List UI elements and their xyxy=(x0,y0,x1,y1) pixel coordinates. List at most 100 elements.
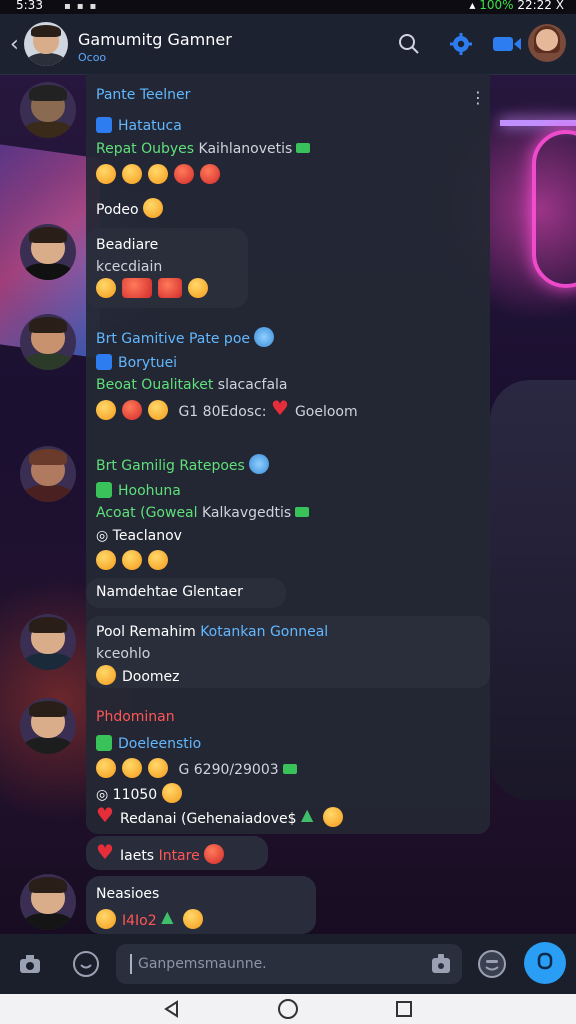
status-bar: 5:33 ▪▪▪ ▴ 100% 22:22 X xyxy=(0,0,576,14)
heart-icon xyxy=(96,803,114,827)
reaction-row[interactable] xyxy=(96,278,214,298)
message-line: Acoat (Goweal Kalkavgedtis xyxy=(96,505,310,521)
reaction-row[interactable]: G1 80Edosc: Goeloom xyxy=(96,396,358,420)
emoji-icon[interactable] xyxy=(122,758,142,778)
emoji-icon[interactable] xyxy=(476,948,508,980)
sender-name[interactable]: Pante Teelner xyxy=(96,87,190,103)
sender-name[interactable]: Phdominan xyxy=(96,709,175,725)
emoji-icon[interactable] xyxy=(96,278,116,298)
message-line: Iaets Intare xyxy=(96,840,230,864)
chat-bubble-icon[interactable] xyxy=(70,948,102,980)
emoji-icon[interactable] xyxy=(174,164,194,184)
emoji-icon[interactable] xyxy=(161,783,182,803)
emoji-icon[interactable] xyxy=(122,278,152,298)
chat-header: ‹ Gamumitg Gamner Ocoo xyxy=(0,14,576,75)
video-camera-icon[interactable] xyxy=(492,29,522,59)
avatar[interactable] xyxy=(20,874,76,930)
avatar[interactable] xyxy=(20,698,76,754)
emoji-icon[interactable] xyxy=(96,909,116,929)
emoji-icon[interactable] xyxy=(148,164,168,184)
message-line: Hatatuca xyxy=(96,117,182,134)
background-neon-strip xyxy=(500,120,576,126)
avatar[interactable] xyxy=(20,224,76,280)
sender-name[interactable]: Brt Gamitive Pate poe xyxy=(96,327,280,347)
message-line: Redanai (Gehenaiadove$ xyxy=(96,803,349,827)
signal-icon: ▴ xyxy=(469,0,476,12)
home-circle-icon[interactable] xyxy=(276,997,300,1021)
avatar[interactable] xyxy=(20,614,76,670)
tag-icon xyxy=(295,507,310,517)
emoji-icon[interactable] xyxy=(158,278,182,298)
profile-avatar[interactable] xyxy=(528,24,566,62)
emoji-icon xyxy=(249,454,270,474)
send-icon xyxy=(536,951,554,975)
green-check-icon xyxy=(96,735,112,751)
recents-square-icon[interactable] xyxy=(392,997,416,1021)
camera-icon[interactable] xyxy=(14,948,46,980)
clock-icon: ◎ xyxy=(96,528,109,544)
green-check-icon xyxy=(96,482,112,498)
chat-avatar[interactable] xyxy=(24,22,68,66)
text-caret xyxy=(130,954,132,974)
message-line: Repat Oubyes Kaihlanovetis xyxy=(96,141,311,157)
message-line: ◎ Teaclanov xyxy=(96,528,182,544)
tree-icon xyxy=(301,805,317,827)
chat-subtitle: Ocoo xyxy=(78,51,107,64)
message-line: kceohlo xyxy=(96,646,151,662)
emoji-icon[interactable] xyxy=(143,198,164,218)
emoji-icon[interactable] xyxy=(148,758,168,778)
avatar[interactable] xyxy=(20,82,76,138)
reaction-row[interactable] xyxy=(96,550,174,570)
emoji-icon[interactable] xyxy=(96,665,116,685)
emoji-icon[interactable] xyxy=(200,164,220,184)
emoji-icon[interactable] xyxy=(148,550,168,570)
message-composer: Ganpemsmaunne. xyxy=(0,934,576,994)
message-line: Namdehtae Glentaer xyxy=(96,584,243,600)
background-gaming-chair xyxy=(490,380,576,800)
blue-square-icon xyxy=(96,354,112,370)
gear-icon[interactable] xyxy=(446,29,476,59)
tag-icon xyxy=(282,764,297,774)
emoji-icon[interactable] xyxy=(96,164,116,184)
emoji-icon[interactable] xyxy=(148,400,168,420)
search-icon[interactable] xyxy=(394,29,424,59)
status-time: 5:33 xyxy=(16,0,43,12)
sender-name[interactable]: Brt Gamilig Ratepoes xyxy=(96,454,275,474)
chat-title[interactable]: Gamumitg Gamner xyxy=(78,30,232,49)
message-input-placeholder: Ganpemsmaunne. xyxy=(138,956,267,972)
back-arrow-icon[interactable]: ‹ xyxy=(10,32,19,57)
emoji-icon[interactable] xyxy=(188,278,208,298)
message-line: Doomez xyxy=(96,665,180,685)
emoji-icon[interactable] xyxy=(96,758,116,778)
emoji-icon[interactable] xyxy=(323,807,344,827)
back-triangle-icon[interactable] xyxy=(160,997,184,1021)
system-navigation-bar xyxy=(0,994,576,1024)
emoji-icon[interactable] xyxy=(122,550,142,570)
message-line: ◎ 11050 xyxy=(96,783,188,803)
message-line: Doeleenstio xyxy=(96,735,201,752)
attachment-icon[interactable] xyxy=(430,953,452,979)
emoji-icon[interactable] xyxy=(96,550,116,570)
sender-name[interactable]: Pool Remahim Kotankan Gonneal xyxy=(96,624,328,640)
emoji-icon[interactable] xyxy=(96,400,116,420)
blue-square-icon xyxy=(96,117,112,133)
status-icons: ▪▪▪ xyxy=(64,1,103,12)
heart-icon[interactable] xyxy=(271,396,289,420)
sender-name[interactable]: Beadiare xyxy=(96,237,158,253)
message-line: Podeo xyxy=(96,198,169,218)
emoji-icon[interactable] xyxy=(122,400,142,420)
send-button[interactable] xyxy=(524,942,566,984)
emoji-icon[interactable] xyxy=(183,909,204,929)
more-options-icon[interactable]: ⋮ xyxy=(470,88,486,107)
avatar[interactable] xyxy=(20,446,76,502)
emoji-icon[interactable] xyxy=(204,844,225,864)
reaction-row[interactable] xyxy=(96,164,226,184)
tag-icon xyxy=(296,143,311,153)
emoji-icon[interactable] xyxy=(122,164,142,184)
status-close[interactable]: X xyxy=(556,0,564,12)
message-input[interactable]: Ganpemsmaunne. xyxy=(116,944,462,984)
reaction-row[interactable]: G 6290/29003 xyxy=(96,758,297,778)
avatar[interactable] xyxy=(20,314,76,370)
sender-name[interactable]: Neasioes xyxy=(96,886,159,902)
clock-icon: ◎ xyxy=(96,787,109,803)
